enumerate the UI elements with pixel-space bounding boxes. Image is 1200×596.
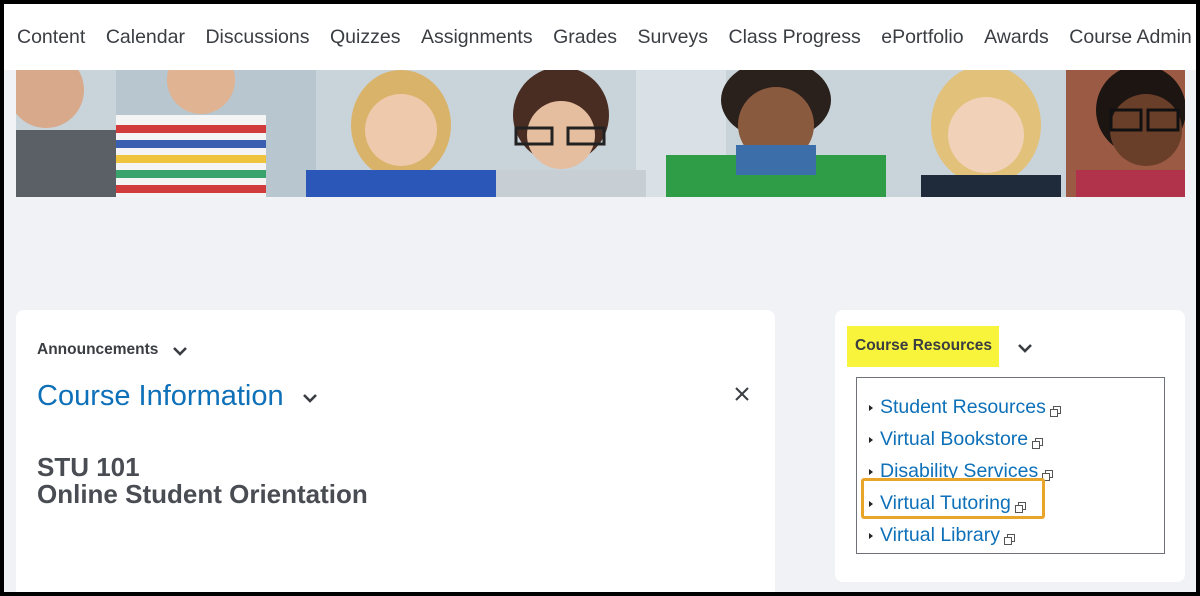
bullet-icon	[869, 437, 873, 443]
nav-item-class-progress[interactable]: Class Progress	[729, 26, 861, 49]
chevron-down-icon[interactable]	[1017, 341, 1033, 353]
nav-item-awards[interactable]: Awards	[984, 26, 1049, 49]
virtual-bookstore-link[interactable]: Virtual Bookstore	[880, 428, 1028, 451]
course-information-title[interactable]: Course Information	[37, 380, 284, 413]
external-link-icon	[1003, 532, 1015, 545]
nav-item-grades[interactable]: Grades	[553, 26, 617, 49]
list-item: Virtual Tutoring	[857, 487, 1164, 519]
bullet-icon	[869, 405, 873, 411]
nav-item-surveys[interactable]: Surveys	[638, 26, 708, 49]
virtual-library-link[interactable]: Virtual Library	[880, 524, 1000, 547]
virtual-tutoring-link[interactable]: Virtual Tutoring	[880, 492, 1011, 515]
announcements-title: Announcements	[37, 341, 159, 358]
student-resources-link[interactable]: Student Resources	[880, 396, 1046, 419]
course-navbar: Content Calendar Discussions Quizzes Ass…	[4, 4, 1196, 70]
disability-services-link[interactable]: Disability Services	[880, 460, 1038, 483]
chevron-down-icon[interactable]	[172, 344, 188, 356]
nav-item-discussions[interactable]: Discussions	[205, 26, 309, 49]
nav-item-course-admin[interactable]: Course Admin	[1069, 26, 1191, 49]
course-information-header: Course Information	[37, 380, 318, 413]
nav-item-eportfolio[interactable]: ePortfolio	[881, 26, 963, 49]
list-item: Disability Services	[857, 455, 1164, 487]
course-resources-widget: Course Resources Student Resources Virtu…	[835, 310, 1185, 582]
close-icon[interactable]	[731, 383, 753, 405]
list-item: Virtual Library	[857, 519, 1164, 551]
page-frame: Content Calendar Discussions Quizzes Ass…	[4, 4, 1196, 592]
list-item: Student Resources	[857, 391, 1164, 423]
nav-item-assignments[interactable]: Assignments	[421, 26, 533, 49]
resources-list: Student Resources Virtual Bookstore Disa…	[857, 391, 1164, 551]
bullet-icon	[869, 501, 873, 507]
external-link-icon	[1014, 500, 1026, 513]
external-link-icon	[1032, 436, 1044, 449]
course-information-widget: Announcements Course Information STU 101…	[16, 310, 775, 592]
course-title-block: STU 101 Online Student Orientation	[37, 454, 368, 508]
nav-item-content[interactable]: Content	[17, 26, 85, 49]
course-resources-header: Course Resources	[847, 326, 1033, 367]
course-resources-title: Course Resources	[847, 326, 999, 367]
bullet-icon	[869, 533, 873, 539]
course-code: STU 101	[37, 452, 140, 482]
resources-list-box: Student Resources Virtual Bookstore Disa…	[856, 377, 1165, 554]
nav-item-quizzes[interactable]: Quizzes	[330, 26, 400, 49]
external-link-icon	[1049, 404, 1061, 417]
chevron-down-icon[interactable]	[302, 391, 318, 403]
external-link-icon	[1042, 468, 1054, 481]
list-item: Virtual Bookstore	[857, 423, 1164, 455]
announcements-header: Announcements	[37, 341, 188, 359]
nav-item-calendar[interactable]: Calendar	[106, 26, 185, 49]
course-banner-image	[16, 70, 1185, 197]
bullet-icon	[869, 469, 873, 475]
course-name: Online Student Orientation	[37, 479, 368, 509]
